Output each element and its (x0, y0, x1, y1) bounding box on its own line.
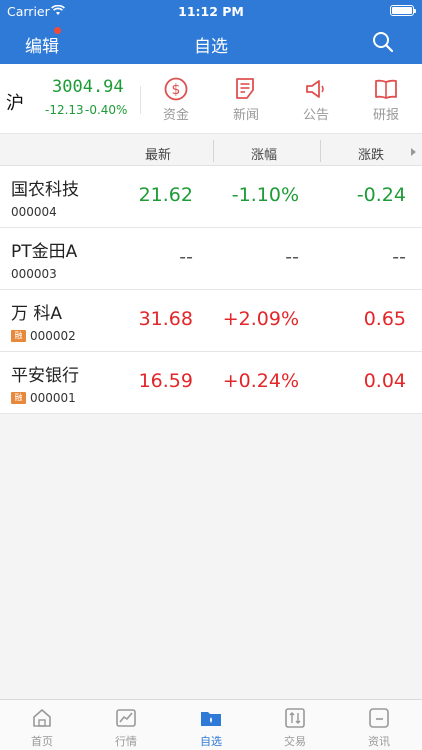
margin-badge: 融 (11, 330, 26, 342)
shortcut-news[interactable]: 新闻 (216, 74, 276, 126)
index-value: 3004.94 (52, 77, 124, 97)
megaphone-icon (286, 77, 346, 101)
stock-change-pct: +2.09% (222, 308, 299, 330)
tab-news[interactable]: 资讯 (349, 707, 409, 749)
divider (320, 140, 321, 162)
stock-name: 平安银行 (11, 366, 79, 386)
stock-row[interactable]: 国农科技 000004 21.62 -1.10% -0.24 (0, 166, 422, 228)
margin-badge: 融 (11, 392, 26, 404)
stock-change-pct: -- (285, 246, 299, 268)
stock-change: 0.04 (363, 370, 406, 392)
stock-code: 000003 (11, 267, 57, 281)
battery-icon (390, 5, 416, 16)
stock-name: 万 科A (11, 304, 63, 324)
stock-name: PT金田A (11, 242, 78, 262)
index-name[interactable]: 沪 (6, 89, 24, 115)
stock-name: 国农科技 (11, 180, 79, 200)
stock-row[interactable]: PT金田A 000003 -- -- -- (0, 228, 422, 290)
stock-price: 16.59 (138, 370, 193, 392)
chart-icon (96, 707, 156, 729)
status-time: 11:12 PM (178, 4, 244, 19)
info-icon (349, 707, 409, 729)
stock-change: 0.65 (363, 308, 406, 330)
stock-code: 000001 (30, 391, 76, 405)
stock-change-pct: -1.10% (231, 184, 299, 206)
shortcut-label: 资金 (162, 108, 189, 123)
status-bar: Carrier 11:12 PM (0, 0, 422, 22)
tab-label: 资讯 (368, 735, 390, 748)
index-strip: 沪 3004.94 -12.13 -0.40% $ 资金 新闻 公告 研报 (0, 64, 422, 134)
stock-code: 000002 (30, 329, 76, 343)
stock-code: 000004 (11, 205, 57, 219)
stock-price: 21.62 (138, 184, 193, 206)
tab-label: 首页 (31, 735, 53, 748)
column-header: 最新 涨幅 涨跌 (0, 136, 422, 166)
stock-row[interactable]: 万 科A 融 000002 31.68 +2.09% 0.65 (0, 290, 422, 352)
book-icon (356, 77, 416, 101)
shortcut-announcement[interactable]: 公告 (286, 74, 346, 126)
index-change: -12.13 (45, 103, 84, 117)
top-bar: Carrier 11:12 PM 编辑 自选 (0, 0, 422, 64)
shortcut-research[interactable]: 研报 (356, 74, 416, 126)
shortcut-label: 新闻 (232, 108, 259, 123)
home-icon (12, 707, 72, 729)
stock-change: -- (392, 246, 406, 268)
search-icon[interactable] (372, 31, 394, 53)
tab-home[interactable]: 首页 (12, 707, 72, 749)
svg-text:$: $ (172, 82, 181, 98)
shortcut-label: 研报 (372, 108, 399, 123)
tab-bar: 首页 行情 自选 交易 资讯 (0, 699, 422, 750)
news-icon (216, 77, 276, 101)
stock-change: -0.24 (356, 184, 406, 206)
stock-price: 31.68 (138, 308, 193, 330)
tab-label: 自选 (200, 735, 222, 748)
shortcut-label: 公告 (302, 108, 329, 123)
tab-watchlist[interactable]: 自选 (181, 707, 241, 749)
tab-market[interactable]: 行情 (96, 707, 156, 749)
shortcut-fund[interactable]: $ 资金 (146, 74, 206, 126)
tab-trade[interactable]: 交易 (265, 707, 325, 749)
stock-row[interactable]: 平安银行 融 000001 16.59 +0.24% 0.04 (0, 352, 422, 414)
trade-icon (265, 707, 325, 729)
column-change-pct[interactable]: 涨幅 (251, 144, 277, 163)
stock-change-pct: +0.24% (222, 370, 299, 392)
column-latest[interactable]: 最新 (145, 144, 171, 163)
scroll-right-arrow-icon[interactable] (411, 148, 416, 156)
tab-label: 交易 (284, 735, 306, 748)
page-title: 自选 (194, 37, 228, 57)
folder-icon (181, 707, 241, 729)
divider (213, 140, 214, 162)
divider (140, 86, 141, 114)
index-change-pct: -0.40% (85, 103, 128, 117)
tab-label: 行情 (115, 735, 137, 748)
dollar-circle-icon: $ (146, 77, 206, 101)
watchlist: 国农科技 000004 21.62 -1.10% -0.24 PT金田A 000… (0, 166, 422, 414)
stock-price: -- (179, 246, 193, 268)
column-change[interactable]: 涨跌 (358, 144, 384, 163)
